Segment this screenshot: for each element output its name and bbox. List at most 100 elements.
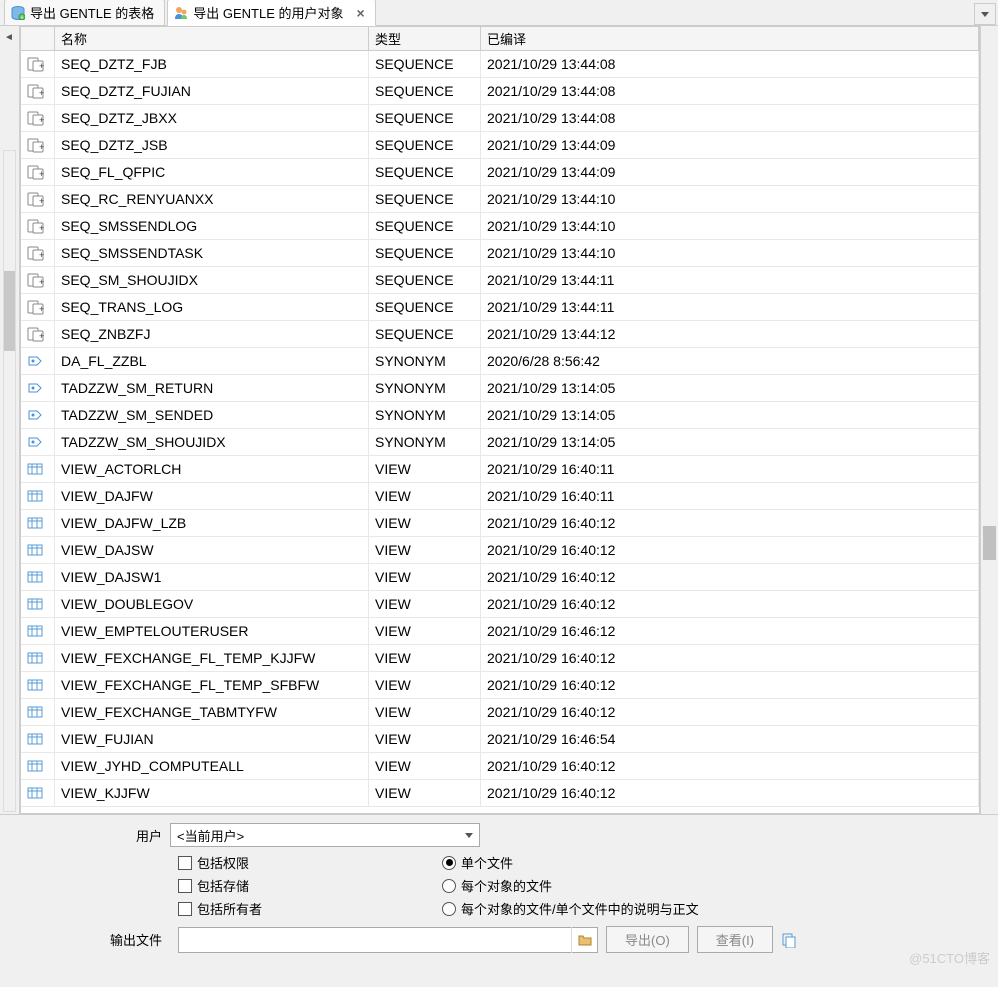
row-icon-cell xyxy=(21,375,55,401)
row-compiled: 2020/6/28 8:56:42 xyxy=(481,348,979,374)
table-row[interactable]: VIEW_JYHD_COMPUTEALLVIEW2021/10/29 16:40… xyxy=(21,753,979,780)
scrollbar-thumb[interactable] xyxy=(983,526,996,560)
row-icon-cell xyxy=(21,726,55,752)
view-icon xyxy=(27,569,43,585)
row-type: SYNONYM xyxy=(369,348,481,374)
radio-single-file[interactable]: 单个文件 xyxy=(442,853,699,872)
svg-text:+: + xyxy=(39,142,44,152)
row-type: SEQUENCE xyxy=(369,132,481,158)
table-row[interactable]: TADZZW_SM_SENDEDSYNONYM2021/10/29 13:14:… xyxy=(21,402,979,429)
seq-icon: + xyxy=(27,110,45,126)
radio-file-per-object-desc[interactable]: 每个对象的文件/单个文件中的说明与正文 xyxy=(442,899,699,918)
vertical-scrollbar[interactable] xyxy=(980,26,998,814)
table-row[interactable]: +SEQ_DZTZ_JBXXSEQUENCE2021/10/29 13:44:0… xyxy=(21,105,979,132)
syn-icon xyxy=(27,407,43,423)
gutter-scrollbar[interactable] xyxy=(3,150,16,812)
row-compiled: 2021/10/29 13:44:09 xyxy=(481,132,979,158)
view-icon xyxy=(27,488,43,504)
table-row[interactable]: +SEQ_TRANS_LOGSEQUENCE2021/10/29 13:44:1… xyxy=(21,294,979,321)
table-row[interactable]: +SEQ_DZTZ_JSBSEQUENCE2021/10/29 13:44:09 xyxy=(21,132,979,159)
output-file-input[interactable] xyxy=(178,927,598,953)
row-compiled: 2021/10/29 13:44:10 xyxy=(481,240,979,266)
row-name: VIEW_DAJSW1 xyxy=(55,564,369,590)
export-button[interactable]: 导出(O) xyxy=(606,926,689,953)
row-type: VIEW xyxy=(369,672,481,698)
svg-text:+: + xyxy=(39,196,44,206)
radio-file-per-object[interactable]: 每个对象的文件 xyxy=(442,876,699,895)
row-type: SEQUENCE xyxy=(369,321,481,347)
seq-icon: + xyxy=(27,272,45,288)
copy-icon[interactable] xyxy=(781,932,797,948)
header-compiled[interactable]: 已编译 xyxy=(481,27,979,50)
row-name: TADZZW_SM_SENDED xyxy=(55,402,369,428)
row-icon-cell: + xyxy=(21,159,55,185)
row-name: VIEW_EMPTELOUTERUSER xyxy=(55,618,369,644)
view-button[interactable]: 查看(I) xyxy=(697,926,773,953)
header-type[interactable]: 类型 xyxy=(369,27,481,50)
row-compiled: 2021/10/29 16:40:12 xyxy=(481,780,979,806)
row-type: SEQUENCE xyxy=(369,159,481,185)
header-icon-col[interactable] xyxy=(21,27,55,50)
row-name: VIEW_JYHD_COMPUTEALL xyxy=(55,753,369,779)
table-row[interactable]: +SEQ_ZNBZFJSEQUENCE2021/10/29 13:44:12 xyxy=(21,321,979,348)
seq-icon: + xyxy=(27,218,45,234)
table-row[interactable]: DA_FL_ZZBLSYNONYM2020/6/28 8:56:42 xyxy=(21,348,979,375)
table-row[interactable]: VIEW_FEXCHANGE_TABMTYFWVIEW2021/10/29 16… xyxy=(21,699,979,726)
table-row[interactable]: +SEQ_DZTZ_FUJIANSEQUENCE2021/10/29 13:44… xyxy=(21,78,979,105)
svg-text:+: + xyxy=(39,250,44,260)
row-icon-cell: + xyxy=(21,213,55,239)
row-type: VIEW xyxy=(369,537,481,563)
table-row[interactable]: TADZZW_SM_SHOUJIDXSYNONYM2021/10/29 13:1… xyxy=(21,429,979,456)
row-icon-cell: + xyxy=(21,132,55,158)
row-compiled: 2021/10/29 16:40:12 xyxy=(481,672,979,698)
tab-0[interactable]: +导出 GENTLE 的表格 xyxy=(4,0,165,25)
row-type: VIEW xyxy=(369,645,481,671)
table-row[interactable]: +SEQ_SMSSENDLOGSEQUENCE2021/10/29 13:44:… xyxy=(21,213,979,240)
row-name: VIEW_DOUBLEGOV xyxy=(55,591,369,617)
row-type: SEQUENCE xyxy=(369,186,481,212)
user-select[interactable]: <当前用户> xyxy=(170,823,480,847)
table-row[interactable]: VIEW_DAJSW1VIEW2021/10/29 16:40:12 xyxy=(21,564,979,591)
header-name[interactable]: 名称 xyxy=(55,27,369,50)
table-row[interactable]: VIEW_FUJIANVIEW2021/10/29 16:46:54 xyxy=(21,726,979,753)
checkbox-include-privileges[interactable]: 包括权限 xyxy=(178,853,262,872)
table-row[interactable]: VIEW_DAJFWVIEW2021/10/29 16:40:11 xyxy=(21,483,979,510)
chevron-down-icon xyxy=(465,833,473,838)
table-row[interactable]: +SEQ_FL_QFPICSEQUENCE2021/10/29 13:44:09 xyxy=(21,159,979,186)
row-type: SYNONYM xyxy=(369,375,481,401)
table-row[interactable]: VIEW_FEXCHANGE_FL_TEMP_KJJFWVIEW2021/10/… xyxy=(21,645,979,672)
browse-folder-button[interactable] xyxy=(571,927,597,953)
table-row[interactable]: +SEQ_SM_SHOUJIDXSEQUENCE2021/10/29 13:44… xyxy=(21,267,979,294)
table-row[interactable]: VIEW_DOUBLEGOVVIEW2021/10/29 16:40:12 xyxy=(21,591,979,618)
row-name: DA_FL_ZZBL xyxy=(55,348,369,374)
row-name: SEQ_DZTZ_JBXX xyxy=(55,105,369,131)
row-compiled: 2021/10/29 16:40:12 xyxy=(481,537,979,563)
row-icon-cell xyxy=(21,753,55,779)
table-row[interactable]: VIEW_DAJSWVIEW2021/10/29 16:40:12 xyxy=(21,537,979,564)
table-row[interactable]: VIEW_ACTORLCHVIEW2021/10/29 16:40:11 xyxy=(21,456,979,483)
view-icon xyxy=(27,542,43,558)
tab-1[interactable]: 导出 GENTLE 的用户对象× xyxy=(167,0,375,26)
table-row[interactable]: +SEQ_SMSSENDTASKSEQUENCE2021/10/29 13:44… xyxy=(21,240,979,267)
close-icon[interactable]: × xyxy=(357,5,365,21)
row-icon-cell xyxy=(21,699,55,725)
row-icon-cell xyxy=(21,510,55,536)
gutter-collapse-icon[interactable]: ◄ xyxy=(0,26,18,48)
table-row[interactable]: VIEW_FEXCHANGE_FL_TEMP_SFBFWVIEW2021/10/… xyxy=(21,672,979,699)
table-row[interactable]: VIEW_EMPTELOUTERUSERVIEW2021/10/29 16:46… xyxy=(21,618,979,645)
row-name: VIEW_FUJIAN xyxy=(55,726,369,752)
table-row[interactable]: VIEW_KJJFWVIEW2021/10/29 16:40:12 xyxy=(21,780,979,807)
grid-body[interactable]: +SEQ_DZTZ_FJBSEQUENCE2021/10/29 13:44:08… xyxy=(21,51,979,813)
checkbox-include-owner[interactable]: 包括所有者 xyxy=(178,899,262,918)
table-row[interactable]: TADZZW_SM_RETURNSYNONYM2021/10/29 13:14:… xyxy=(21,375,979,402)
row-name: SEQ_RC_RENYUANXX xyxy=(55,186,369,212)
row-type: SEQUENCE xyxy=(369,267,481,293)
row-type: VIEW xyxy=(369,510,481,536)
tab-dropdown-button[interactable] xyxy=(974,3,996,25)
row-icon-cell xyxy=(21,456,55,482)
checkbox-include-storage[interactable]: 包括存储 xyxy=(178,876,262,895)
table-row[interactable]: +SEQ_RC_RENYUANXXSEQUENCE2021/10/29 13:4… xyxy=(21,186,979,213)
table-row[interactable]: +SEQ_DZTZ_FJBSEQUENCE2021/10/29 13:44:08 xyxy=(21,51,979,78)
row-type: VIEW xyxy=(369,456,481,482)
table-row[interactable]: VIEW_DAJFW_LZBVIEW2021/10/29 16:40:12 xyxy=(21,510,979,537)
